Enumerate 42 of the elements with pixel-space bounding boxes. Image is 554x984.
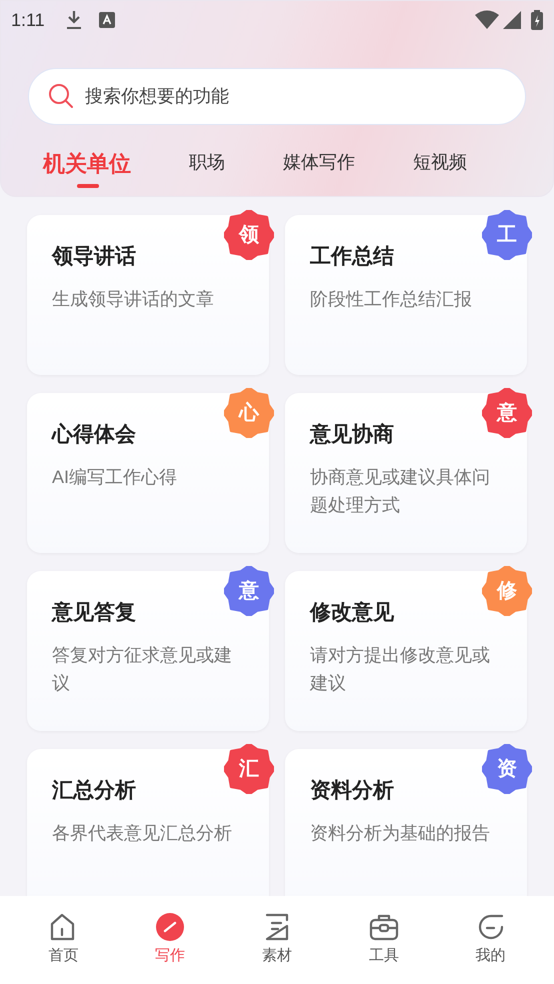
card-description: 答复对方征求意见或建议 (52, 644, 233, 694)
nav-tab[interactable]: 首页 (28, 912, 98, 968)
card-description: 生成领导讲话的文章 (52, 288, 215, 310)
wifi-icon (475, 10, 499, 30)
search-icon (48, 83, 74, 109)
card-description: AI编写工作心得 (52, 466, 178, 488)
category-tab[interactable]: 媒体写作 (283, 147, 355, 186)
card-description: 阶段性工作总结汇报 (310, 288, 473, 310)
category-badge: 意 (224, 566, 274, 616)
category-badge: 领 (224, 210, 274, 260)
status-time: 1:11 (11, 8, 45, 32)
card-description: 请对方提出修改意见或建议 (310, 644, 491, 694)
category-badge: 工 (482, 210, 532, 260)
nav-tab[interactable]: 写作 (135, 912, 206, 968)
card-description: 各界代表意见汇总分析 (52, 822, 233, 844)
nav-tab[interactable]: 工具 (348, 912, 419, 968)
download-icon (64, 10, 83, 30)
card-title: 意见答复 (52, 600, 137, 626)
nav-tab[interactable]: 素材 (242, 912, 312, 968)
category-tab[interactable]: 职场 (189, 147, 225, 186)
card-title: 心得体会 (52, 422, 137, 448)
card-title: 修改意见 (310, 600, 395, 626)
card-title: 资料分析 (310, 778, 395, 804)
category-badge: 汇 (224, 744, 274, 794)
search-field[interactable]: 搜索你想要的功能 (28, 68, 526, 125)
card-description: 协商意见或建议具体问题处理方式 (310, 466, 491, 516)
category-badge: 心 (224, 388, 274, 438)
card-title: 领导讲话 (52, 244, 137, 270)
keyboard-icon (98, 12, 115, 28)
category-badge: 修 (482, 566, 532, 616)
category-badge: 资 (482, 744, 532, 794)
nav-tab[interactable]: 我的 (456, 912, 526, 968)
pen-icon (155, 912, 186, 942)
category-badge: 意 (482, 388, 532, 438)
card-title: 工作总结 (310, 244, 395, 270)
battery-icon (531, 10, 543, 30)
category-tab[interactable]: 短视频 (413, 147, 467, 186)
card-description: 资料分析为基础的报告 (310, 822, 491, 844)
toolbox-icon (368, 912, 399, 942)
card-title: 意见协商 (310, 422, 395, 448)
card-title: 汇总分析 (52, 778, 137, 804)
signal-icon (503, 10, 521, 30)
